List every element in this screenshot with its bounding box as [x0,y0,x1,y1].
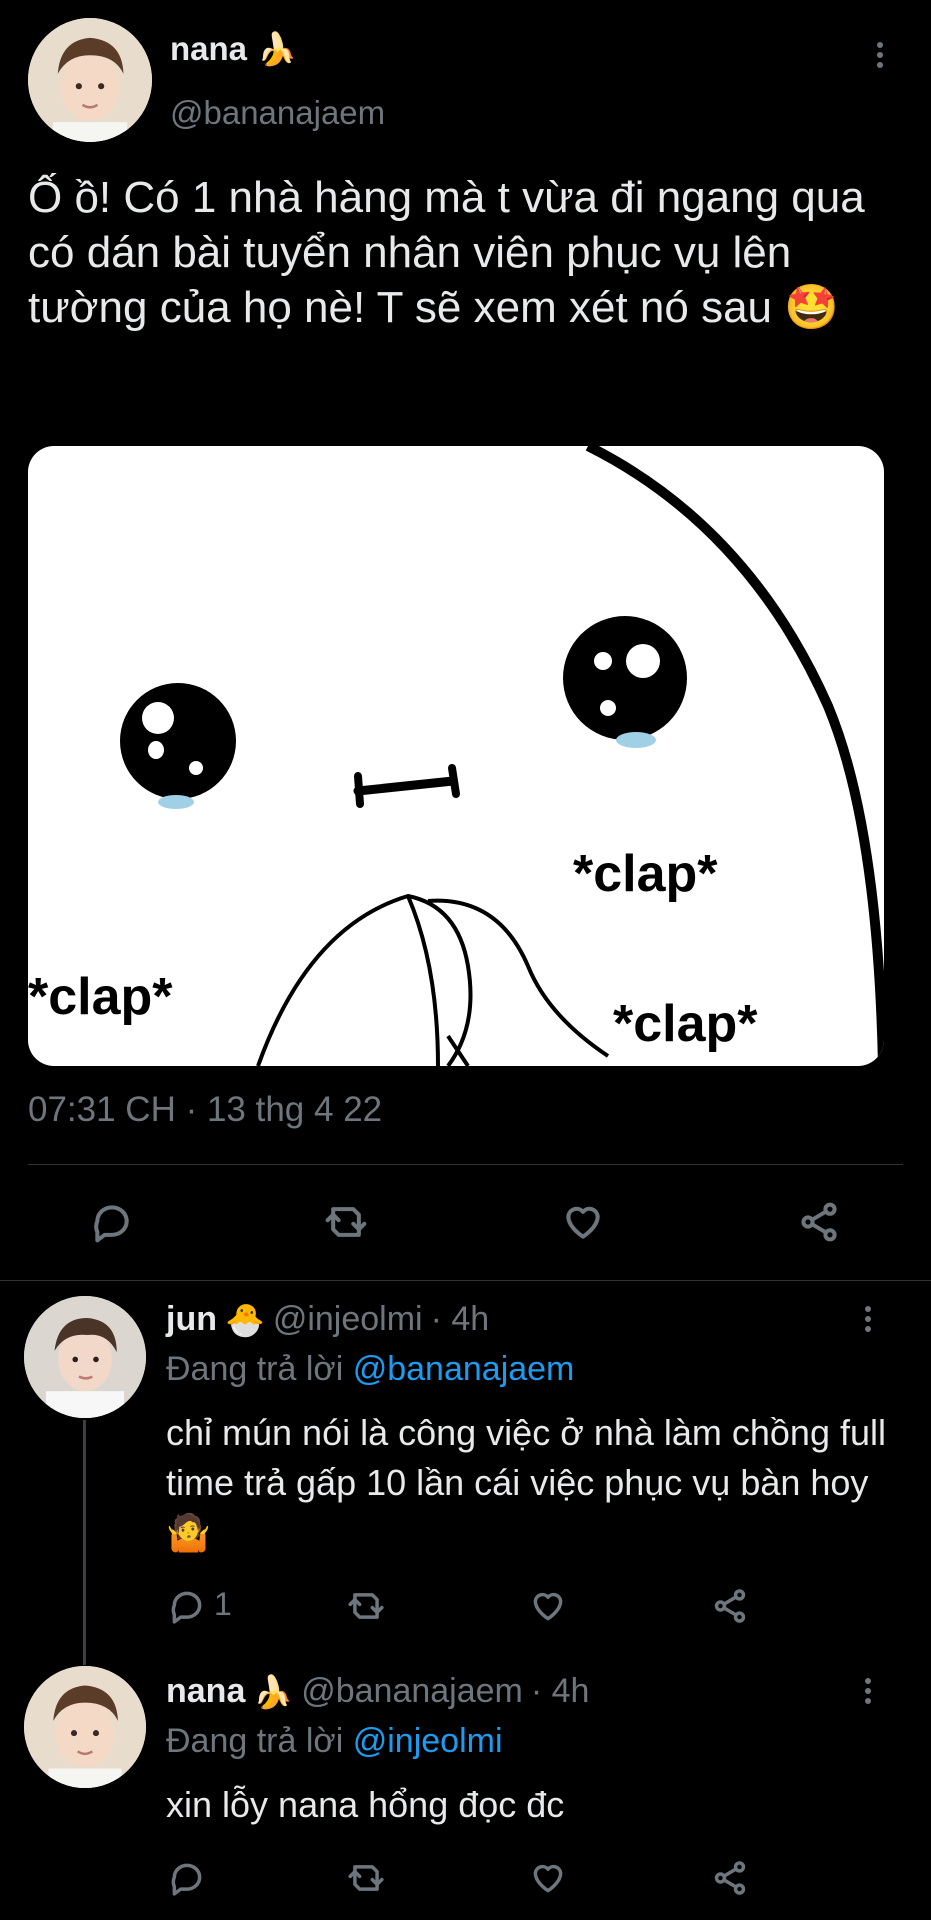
reply-handle[interactable]: @injeolmi [273,1300,423,1339]
clap-text-2: *clap* [573,845,718,903]
like-icon[interactable] [526,1858,570,1898]
thread-line [83,1420,86,1665]
replying-to-label: Đang trả lời [166,1350,344,1388]
like-icon[interactable] [526,1586,570,1626]
replying-to-label: Đang trả lời [166,1722,344,1760]
reply-display-name[interactable]: nana [166,1672,245,1711]
reply-icon[interactable] [166,1586,208,1626]
reply-icon[interactable] [166,1858,208,1898]
reply-text: chỉ mún nói là công việc ở nhà làm chồng… [166,1412,886,1553]
tweet-media-image[interactable]: *clap* *clap* *clap* [28,446,884,1066]
clap-text-3: *clap* [613,995,758,1053]
reply-handle[interactable]: @bananajaem [301,1672,523,1711]
reply-time[interactable]: · 4h [431,1300,490,1339]
replying-to-handle[interactable]: @injeolmi [353,1722,503,1760]
retweet-icon[interactable] [344,1586,388,1626]
share-icon[interactable] [708,1586,752,1626]
reply-icon[interactable] [88,1198,136,1246]
divider [28,1164,903,1165]
more-options-icon[interactable] [858,1676,878,1710]
more-options-icon[interactable] [868,40,892,76]
like-icon[interactable] [558,1198,608,1246]
tweet-text: Ố ồ! Có 1 nhà hàng mà t vừa đi ngang qua… [28,173,865,332]
reply-avatar[interactable] [24,1296,146,1418]
reply-time[interactable]: · 4h [531,1672,590,1711]
replying-to-handle[interactable]: @bananajaem [353,1350,575,1388]
chick-emoji: 🐣 [224,1301,265,1338]
author-handle[interactable]: @bananajaem [170,94,385,132]
more-options-icon[interactable] [858,1304,878,1338]
reply-display-name[interactable]: jun [166,1300,217,1339]
share-icon[interactable] [794,1198,844,1246]
retweet-icon[interactable] [344,1858,388,1898]
share-icon[interactable] [708,1858,752,1898]
right-eye [563,616,687,740]
reply-avatar[interactable] [24,1666,146,1788]
author-avatar[interactable] [28,18,152,142]
divider [0,1280,931,1281]
reply-text: xin lỗy nana hổng đọc đc [166,1784,565,1825]
left-eye [120,683,236,799]
banana-emoji: 🍌 [257,31,297,67]
clap-text-1: *clap* [28,968,173,1026]
tweet-timestamp[interactable]: 07:31 CH · 13 thg 4 22 [28,1090,382,1130]
banana-emoji: 🍌 [253,1673,294,1710]
retweet-icon[interactable] [320,1198,372,1246]
author-display-name[interactable]: nana [170,30,247,68]
reply-count: 1 [214,1586,232,1622]
